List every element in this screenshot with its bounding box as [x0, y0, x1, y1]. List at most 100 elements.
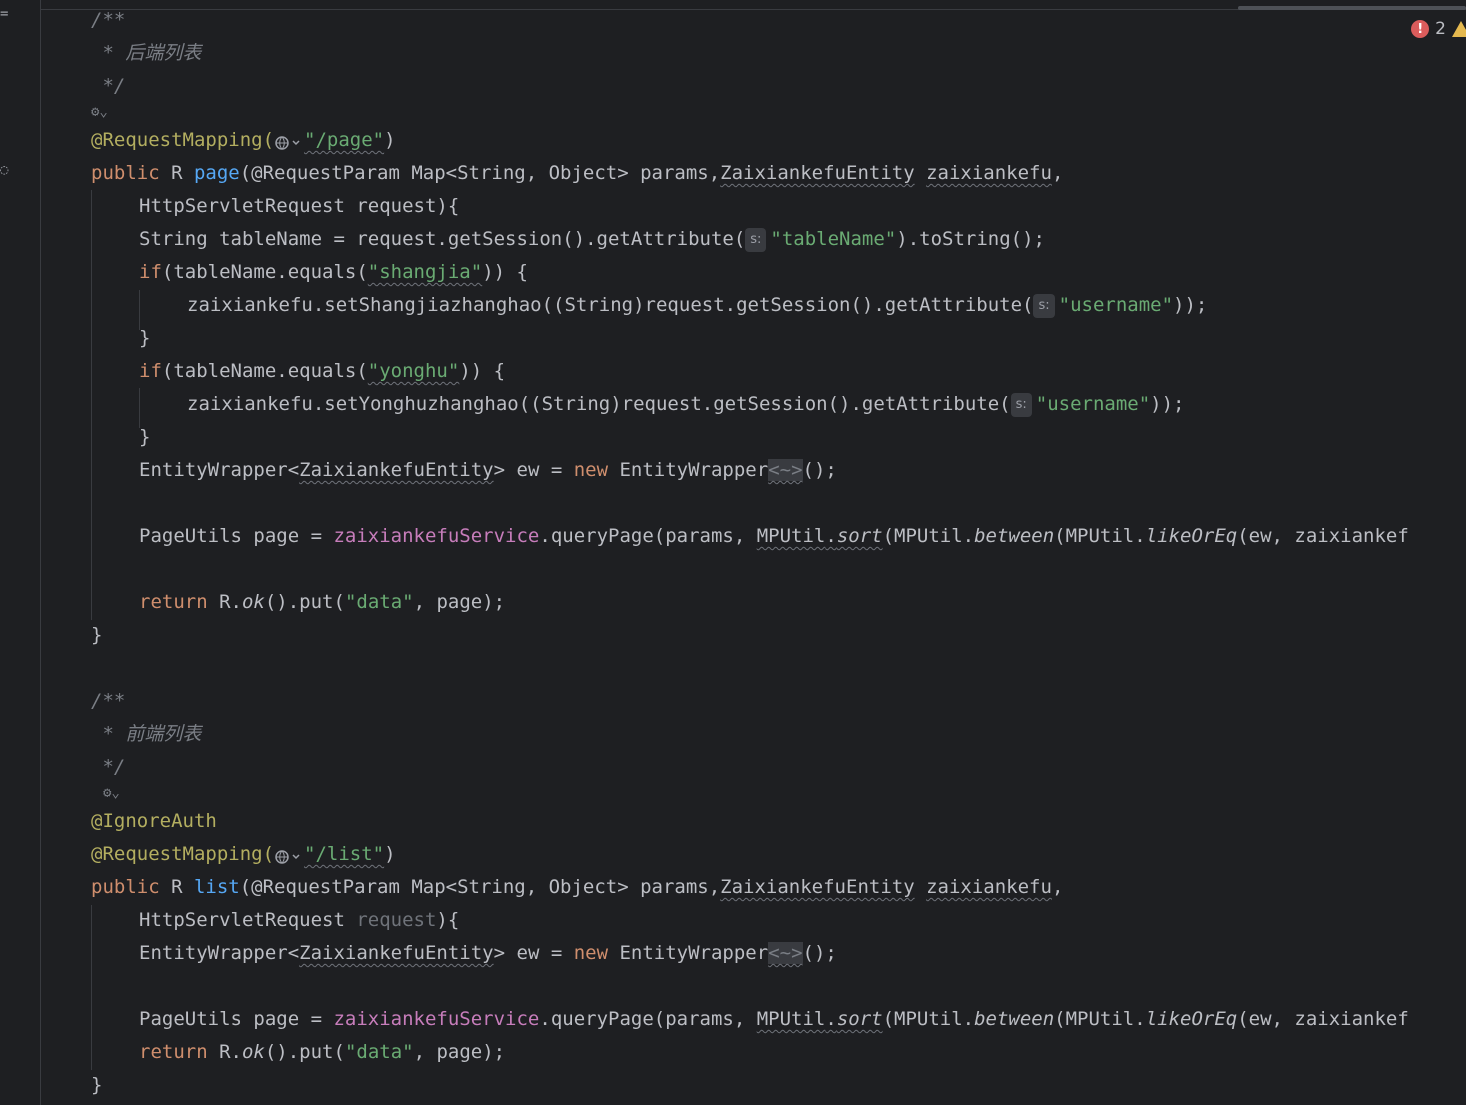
http-request-param: HttpServletRequest request){ [139, 195, 460, 217]
string-literal: "username" [1058, 294, 1174, 316]
code-text: )); [1173, 294, 1208, 316]
code-text: )); [1150, 393, 1185, 415]
if-yonghu-line: if(tableName.equals("yonghu")) { [139, 355, 505, 388]
doc-comment-text: * 后端列表 [91, 42, 202, 64]
if-shangjia-line: if(tableName.equals("shangjia")) { [139, 256, 528, 289]
static-method: between [974, 525, 1055, 547]
return-line: return R.ok().put("data", page); [139, 586, 505, 619]
code-text: (MPUtil. [882, 525, 975, 547]
endpoint-gutter-icon[interactable]: ◌ [0, 162, 8, 178]
table-name-line: String tableName = request.getSession().… [139, 223, 1045, 256]
closing-brace: } [91, 624, 103, 646]
http-request-param: HttpServletRequest request){ [139, 904, 459, 937]
entity-type: ZaixiankefuEntity [720, 162, 915, 184]
code-text: EntityWrapper [608, 459, 769, 481]
class-ref: MPUtil [756, 1008, 826, 1030]
request-mapping-line: @RequestMapping("/page") [91, 124, 396, 157]
page-utils-line: PageUtils page = zaixiankefuService.quer… [139, 1003, 1409, 1036]
unused-param: request [356, 909, 437, 931]
keyword: new [573, 942, 609, 964]
entity-type: ZaixiankefuEntity [299, 459, 494, 481]
code-text: , page); [413, 1041, 506, 1063]
code-text: > ew = [493, 459, 574, 481]
globe-icon[interactable] [274, 131, 304, 151]
code-text: EntityWrapper< [139, 942, 300, 964]
type-text: R [159, 162, 194, 184]
paren: ) [384, 843, 396, 865]
code-text: zaixiankefu.setYonghuzhanghao((String)re… [187, 393, 1011, 415]
param-var: zaixiankefu [926, 876, 1052, 898]
class-ref: MPUtil [756, 525, 826, 547]
static-method: ok [241, 1041, 265, 1063]
static-method: between [974, 1008, 1055, 1030]
comma: , [1051, 876, 1064, 898]
doc-comment-text: * 前端列表 [91, 723, 202, 745]
code-text: EntityWrapper< [139, 459, 300, 481]
globe-icon[interactable] [274, 845, 304, 865]
closing-brace: } [139, 327, 151, 349]
editor-gutter: = ◌ [0, 0, 41, 1105]
comma: , [1051, 162, 1064, 184]
code-text: R. [207, 1041, 242, 1063]
string-literal: "data" [344, 1041, 414, 1063]
entity-type: ZaixiankefuEntity [720, 876, 915, 898]
indent-guide [91, 190, 92, 620]
string-literal: "tableName" [770, 228, 897, 250]
list-method-signature: public R list(@RequestParam Map<String, … [91, 871, 1063, 904]
code-text: ).toString(); [896, 228, 1045, 250]
code-text: ().put( [264, 591, 345, 613]
field-ref: zaixiankefuService [333, 1008, 540, 1030]
fold-marker-icon[interactable]: = [0, 6, 8, 22]
entity-wrapper-line: EntityWrapper<ZaixiankefuEntity> ew = ne… [139, 454, 837, 487]
code-text: , page); [413, 591, 506, 613]
type-text: R [159, 876, 194, 898]
keyword: new [573, 459, 609, 481]
code-text: EntityWrapper [608, 942, 769, 964]
code-text: .queryPage(params, [539, 525, 757, 547]
field-ref: zaixiankefuService [333, 525, 540, 547]
static-method: likeOrEq [1145, 1008, 1238, 1030]
page-method-signature: public R page(@RequestParam Map<String, … [91, 157, 1063, 190]
code-editor[interactable]: /** * 后端列表 */ ⚙⌄ @RequestMapping("/page"… [91, 0, 1466, 1105]
code-text: (ew, zaixiankef [1237, 1008, 1409, 1030]
code-text: (tableName.equals( [161, 360, 368, 382]
code-text: > ew = [493, 942, 574, 964]
static-method: ok [241, 591, 265, 613]
code-text: (ew, zaixiankef [1237, 525, 1409, 547]
code-text: .queryPage(params, [539, 1008, 757, 1030]
code-text: (tableName.equals( [161, 261, 368, 283]
code-text: (MPUtil. [1054, 525, 1146, 547]
closing-brace: } [91, 1074, 103, 1096]
set-shangjia-line: zaixiankefu.setShangjiazhanghao((String)… [187, 289, 1207, 322]
gear-dropdown-icon[interactable]: ⚙⌄ [91, 104, 108, 126]
gear-dropdown-icon[interactable]: ⚙⌄ [103, 785, 120, 807]
code-text: ().put( [264, 1041, 345, 1063]
diamond-fold[interactable]: <~> [768, 942, 803, 964]
keyword: return [139, 1041, 208, 1063]
request-mapping-line: @RequestMapping("/list") [91, 838, 396, 871]
param-hint: s: [1033, 293, 1055, 318]
string-literal: "username" [1035, 393, 1151, 415]
paren: ) [384, 129, 396, 151]
params-text: (@RequestParam Map<String, Object> param… [239, 876, 721, 898]
doc-comment-close: */ [91, 756, 126, 778]
string-literal: "shangjia" [367, 261, 483, 283]
path-string: "/list" [304, 843, 385, 865]
keyword: return [139, 591, 208, 613]
code-text: PageUtils page = [139, 1008, 334, 1030]
code-text: zaixiankefu.setShangjiazhanghao((String)… [187, 294, 1034, 316]
string-literal: "data" [344, 591, 414, 613]
params-text: (@RequestParam Map<String, Object> param… [239, 162, 721, 184]
dot: . [825, 1008, 837, 1030]
param-hint: s: [745, 227, 767, 252]
diamond-fold[interactable]: <~> [768, 459, 803, 481]
param-var: zaixiankefu [926, 162, 1052, 184]
code-text: )) { [459, 360, 506, 382]
keyword: public [91, 162, 160, 184]
code-text: (); [802, 942, 837, 964]
code-text: (); [802, 459, 837, 481]
closing-brace: } [139, 426, 151, 448]
path-string: "/page" [304, 129, 385, 151]
code-text: ){ [436, 909, 460, 931]
